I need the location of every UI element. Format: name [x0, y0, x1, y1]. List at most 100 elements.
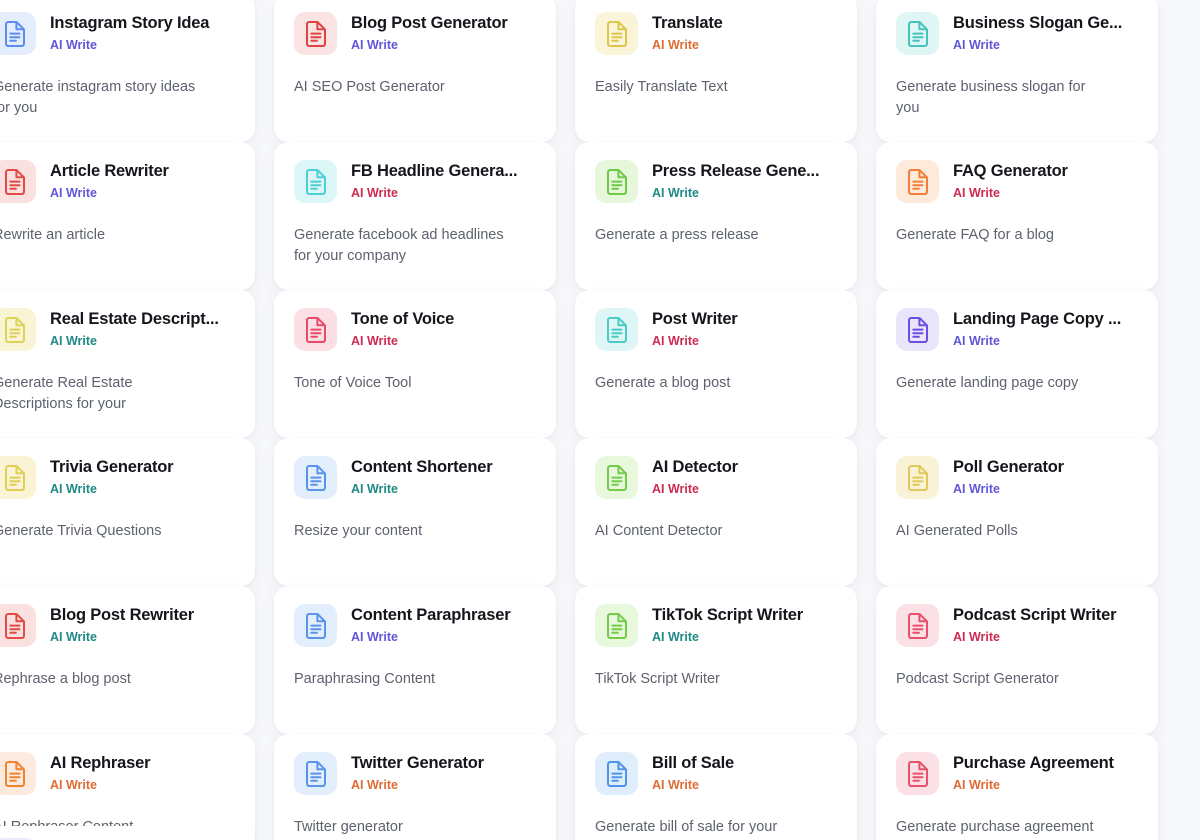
tool-description: AI Generated Polls — [896, 523, 1018, 539]
tool-card-heading: FAQ Generator AI Write — [953, 160, 1138, 201]
tool-card-heading: Real Estate Descript... AI Write — [50, 308, 235, 349]
tool-card-heading: Trivia Generator AI Write — [50, 456, 235, 497]
tool-description: Generate landing page copy — [896, 375, 1079, 391]
tool-card[interactable]: Blog Post Rewriter AI Write Rephrase a b… — [0, 586, 255, 734]
tool-card[interactable]: Instagram Story Idea AI Write Generate i… — [0, 0, 255, 142]
document-file-icon — [294, 308, 337, 351]
tool-card[interactable]: Blog Post Generator AI Write AI SEO Post… — [274, 0, 556, 142]
tool-title: AI Detector — [652, 458, 738, 476]
tool-card[interactable]: Content Shortener AI Write Resize your c… — [274, 438, 556, 586]
tool-card[interactable]: AI Rephraser AI Write AI Rephraser Conte… — [0, 734, 255, 840]
tool-card[interactable]: Bill of Sale AI Write Generate bill of s… — [575, 734, 857, 840]
tool-category-label: AI Write — [652, 630, 699, 645]
tool-category-label: AI Write — [351, 630, 398, 645]
document-file-icon — [595, 308, 638, 351]
document-file-icon — [896, 604, 939, 647]
tool-description: Generate FAQ for a blog — [896, 227, 1054, 243]
tool-card-header: Translate AI Write — [595, 12, 837, 55]
tool-card-header: Post Writer AI Write — [595, 308, 837, 351]
tool-card[interactable]: Podcast Script Writer AI Write Podcast S… — [876, 586, 1158, 734]
tool-description: Rephrase a blog post — [0, 671, 131, 687]
tool-card-heading: Twitter Generator AI Write — [351, 752, 536, 793]
tool-title: TikTok Script Writer — [652, 606, 803, 624]
document-file-icon — [896, 752, 939, 795]
tool-card-heading: FB Headline Genera... AI Write — [351, 160, 536, 201]
tool-title: FAQ Generator — [953, 162, 1068, 180]
tool-description: Generate instagram story ideas for you — [0, 79, 196, 117]
document-file-icon — [896, 160, 939, 203]
tool-title: Poll Generator — [953, 458, 1064, 476]
tool-card[interactable]: TikTok Script Writer AI Write TikTok Scr… — [575, 586, 857, 734]
tool-category-label: AI Write — [652, 186, 699, 201]
tool-category-label: AI Write — [953, 38, 1000, 53]
tool-title: FB Headline Genera... — [351, 162, 518, 180]
tool-category-label: AI Write — [953, 778, 1000, 793]
tool-card[interactable]: Purchase Agreement AI Write Generate pur… — [876, 734, 1158, 840]
document-file-icon — [896, 456, 939, 499]
tool-card-header: Bill of Sale AI Write — [595, 752, 837, 795]
document-file-icon — [896, 12, 939, 55]
tool-card-heading: Content Paraphraser AI Write — [351, 604, 536, 645]
tool-card[interactable]: Content Paraphraser AI Write Paraphrasin… — [274, 586, 556, 734]
tool-card-header: Blog Post Generator AI Write — [294, 12, 536, 55]
tool-card[interactable]: Post Writer AI Write Generate a blog pos… — [575, 290, 857, 438]
tool-card[interactable]: Article Rewriter AI Write Rewrite an art… — [0, 142, 255, 290]
tool-card-heading: TikTok Script Writer AI Write — [652, 604, 837, 645]
tool-description: Generate a press release — [595, 227, 759, 243]
tool-card[interactable]: Translate AI Write Easily Translate Text — [575, 0, 857, 142]
next-row-card-peek[interactable] — [0, 826, 255, 840]
tool-card[interactable]: Landing Page Copy ... AI Write Generate … — [876, 290, 1158, 438]
document-file-icon — [595, 456, 638, 499]
tool-card[interactable]: AI Detector AI Write AI Content Detector — [575, 438, 857, 586]
tool-title: Tone of Voice — [351, 310, 455, 328]
tool-description: Podcast Script Generator — [896, 671, 1059, 687]
tool-card[interactable]: Trivia Generator AI Write Generate Trivi… — [0, 438, 255, 586]
tool-card-header: Tone of Voice AI Write — [294, 308, 536, 351]
tool-card-header: Trivia Generator AI Write — [0, 456, 235, 499]
tool-card[interactable]: Twitter Generator AI Write Twitter gener… — [274, 734, 556, 840]
tool-card-heading: Press Release Gene... AI Write — [652, 160, 837, 201]
tool-description: Easily Translate Text — [595, 79, 728, 95]
tool-description: AI SEO Post Generator — [294, 79, 445, 95]
tool-card-header: FB Headline Genera... AI Write — [294, 160, 536, 203]
document-file-icon — [0, 752, 36, 795]
tool-card-header: TikTok Script Writer AI Write — [595, 604, 837, 647]
tool-card-header: Podcast Script Writer AI Write — [896, 604, 1138, 647]
tool-card[interactable]: Press Release Gene... AI Write Generate … — [575, 142, 857, 290]
tool-card[interactable]: FAQ Generator AI Write Generate FAQ for … — [876, 142, 1158, 290]
tool-card-heading: AI Detector AI Write — [652, 456, 837, 497]
tool-card[interactable]: Poll Generator AI Write AI Generated Pol… — [876, 438, 1158, 586]
tool-card-header: Landing Page Copy ... AI Write — [896, 308, 1138, 351]
tool-title: Podcast Script Writer — [953, 606, 1117, 624]
tool-title: Purchase Agreement — [953, 754, 1114, 772]
tool-card[interactable]: FB Headline Genera... AI Write Generate … — [274, 142, 556, 290]
tool-description: Generate purchase agreement for your — [896, 819, 1094, 835]
document-file-icon — [294, 456, 337, 499]
tool-title: Trivia Generator — [50, 458, 174, 476]
tool-category-label: AI Write — [953, 186, 1000, 201]
tool-card[interactable]: Business Slogan Ge... AI Write Generate … — [876, 0, 1158, 142]
tool-description: TikTok Script Writer — [595, 671, 720, 687]
tool-card-header: Twitter Generator AI Write — [294, 752, 536, 795]
tool-category-label: AI Write — [652, 38, 699, 53]
tool-title: Article Rewriter — [50, 162, 169, 180]
tool-category-label: AI Write — [50, 778, 97, 793]
tool-card[interactable]: Real Estate Descript... AI Write Generat… — [0, 290, 255, 438]
tool-title: AI Rephraser — [50, 754, 151, 772]
document-file-icon — [294, 160, 337, 203]
tool-description: Generate bill of sale for your — [595, 819, 778, 835]
document-file-icon — [896, 308, 939, 351]
document-file-icon — [294, 752, 337, 795]
tool-card-header: Real Estate Descript... AI Write — [0, 308, 235, 351]
tool-card-heading: Business Slogan Ge... AI Write — [953, 12, 1138, 53]
tool-category-label: AI Write — [953, 334, 1000, 349]
tool-category-label: AI Write — [351, 334, 398, 349]
tool-description: Generate business slogan for you — [896, 79, 1086, 117]
tool-description: Twitter generator — [294, 819, 403, 835]
tool-category-label: AI Write — [953, 482, 1000, 497]
document-file-icon — [595, 12, 638, 55]
tool-card-header: Instagram Story Idea AI Write — [0, 12, 235, 55]
document-file-icon — [0, 160, 36, 203]
tool-card-heading: Instagram Story Idea AI Write — [50, 12, 235, 53]
tool-card[interactable]: Tone of Voice AI Write Tone of Voice Too… — [274, 290, 556, 438]
